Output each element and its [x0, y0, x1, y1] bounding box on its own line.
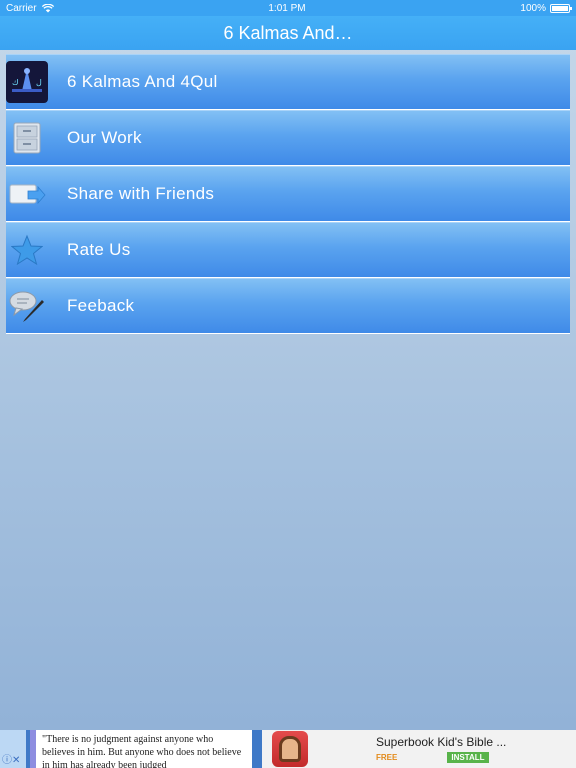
- svg-text:ك: ك: [12, 78, 19, 87]
- ad-app-icon: [272, 731, 308, 767]
- wifi-icon: [41, 3, 54, 12]
- ad-app-promo[interactable]: Superbook Kid's Bible ... FREE INSTALL: [262, 730, 576, 768]
- ad-close-icon[interactable]: ⓘ✕: [0, 730, 26, 768]
- battery-percent: 100%: [520, 2, 546, 14]
- ad-quote[interactable]: "There is no judgment against anyone who…: [30, 730, 252, 768]
- menu-item-label: Feeback: [67, 296, 135, 315]
- status-bar: Carrier 1:01 PM 100%: [0, 0, 576, 16]
- menu-item-label: Rate Us: [67, 240, 131, 259]
- chat-pen-icon: [6, 285, 48, 327]
- ad-text: Superbook Kid's Bible ... FREE INSTALL: [376, 735, 506, 763]
- carrier-label: Carrier: [6, 2, 37, 14]
- battery-icon: [549, 3, 572, 13]
- page-title: 6 Kalmas And…: [223, 22, 353, 43]
- status-right: 100%: [520, 2, 572, 14]
- menu-item-our-work[interactable]: Our Work: [6, 110, 570, 166]
- menu-item-label: Our Work: [67, 128, 142, 147]
- ad-banner[interactable]: ⓘ✕ "There is no judgment against anyone …: [0, 730, 576, 768]
- app-logo-icon: ك ل: [6, 61, 48, 103]
- ad-install-button[interactable]: INSTALL: [447, 752, 489, 763]
- menu-item-feedback[interactable]: Feeback: [6, 278, 570, 334]
- menu-list: ك ل 6 Kalmas And 4Qul Our Work Share wit…: [6, 54, 570, 334]
- menu-item-label: Share with Friends: [67, 184, 215, 203]
- menu-item-label: 6 Kalmas And 4Qul: [67, 72, 218, 91]
- menu-item-share[interactable]: Share with Friends: [6, 166, 570, 222]
- drawers-icon: [6, 117, 48, 159]
- navigation-bar: 6 Kalmas And…: [0, 16, 576, 50]
- ad-price: FREE: [376, 753, 398, 762]
- menu-item-kalmas[interactable]: ك ل 6 Kalmas And 4Qul: [6, 54, 570, 110]
- clock: 1:01 PM: [268, 2, 306, 14]
- status-left: Carrier: [6, 3, 54, 14]
- star-icon: [6, 229, 48, 271]
- menu-item-rate-us[interactable]: Rate Us: [6, 222, 570, 278]
- ad-app-title: Superbook Kid's Bible ...: [376, 735, 507, 749]
- svg-text:ل: ل: [36, 78, 42, 87]
- share-arrow-icon: [6, 173, 48, 215]
